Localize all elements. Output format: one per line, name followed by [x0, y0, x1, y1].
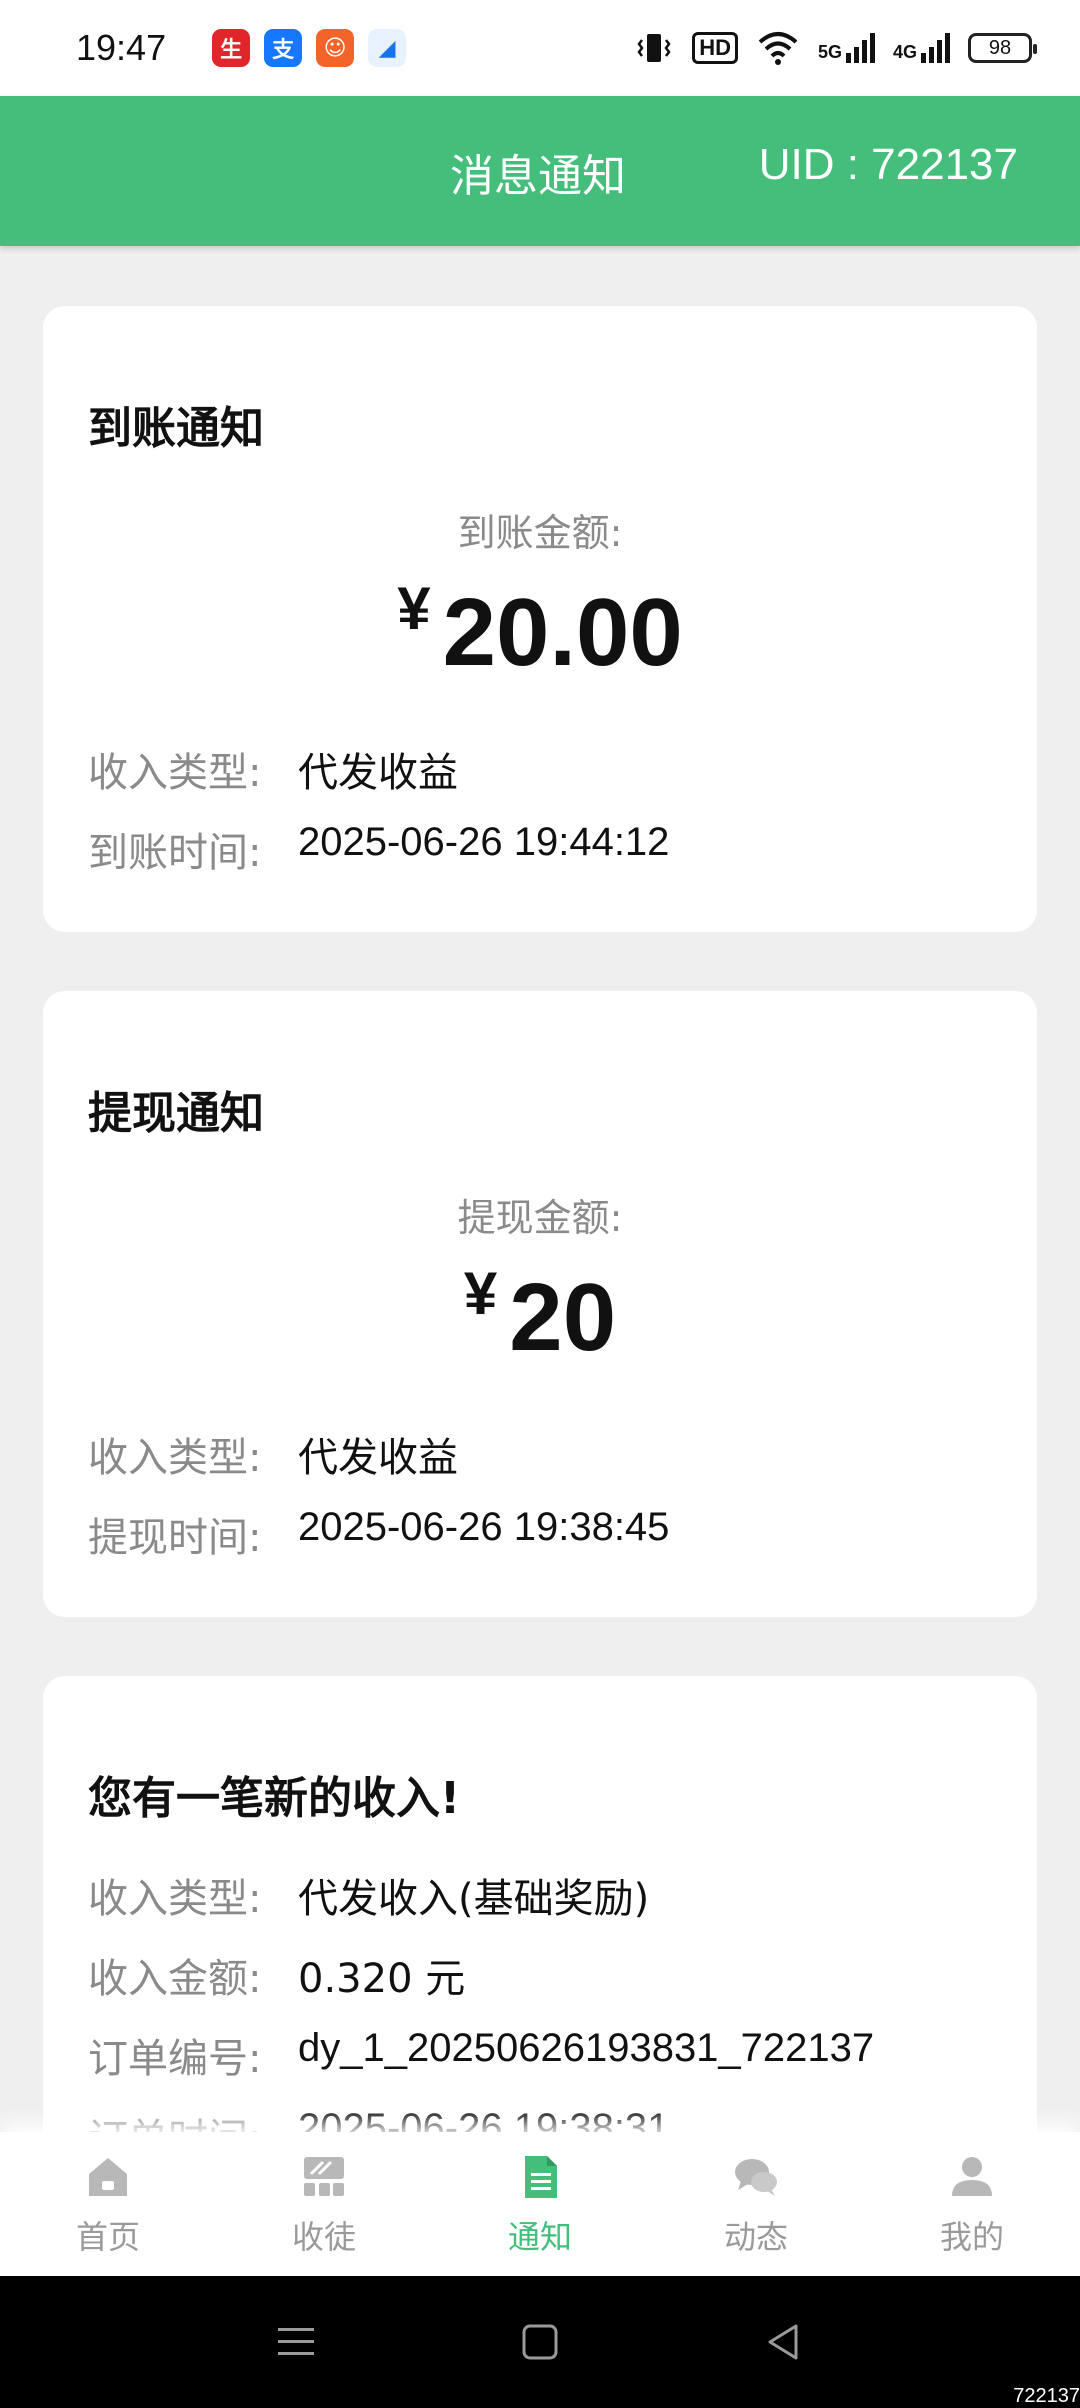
back-icon[interactable]	[762, 2320, 806, 2364]
vibrate-icon	[637, 34, 671, 62]
tab-feed[interactable]: 动态	[648, 2132, 864, 2276]
tab-home[interactable]: 首页	[0, 2132, 216, 2276]
tab-label: 收徒	[291, 2218, 356, 2256]
card-title: 到账通知	[88, 403, 264, 454]
tab-label: 我的	[939, 2218, 1004, 2256]
user-icon	[952, 2157, 992, 2196]
row-label: 提现时间:	[88, 1515, 262, 1561]
status-indicators: HD 5G 4G 98	[634, 28, 1037, 68]
system-navigation-bar: 722137	[0, 2276, 1080, 2408]
app-notification-icon: ☺	[316, 29, 355, 67]
row-label: 收入金额:	[88, 1956, 262, 2002]
row-label: 收入类型:	[88, 1435, 262, 1481]
row-label: 订单时间:	[88, 2106, 298, 2132]
corner-watermark: 722137	[1013, 2385, 1080, 2407]
amount-label: 到账金额:	[457, 511, 623, 555]
card-title: 提现通知	[88, 1088, 264, 1139]
user-uid: UID : 722137	[758, 140, 1018, 189]
info-row: 收入类型: 代发收益	[88, 1425, 458, 1483]
row-value: 代发收入(基础奖励)	[298, 1876, 650, 1922]
recruit-icon	[304, 2157, 344, 2196]
row-value: 代发收益	[298, 750, 458, 796]
row-label: 订单编号:	[88, 2036, 262, 2082]
hd-icon: HD	[692, 32, 738, 64]
info-row: 收入类型: 代发收入(基础奖励)	[88, 1866, 649, 1924]
currency-symbol: ¥	[463, 1260, 498, 1327]
row-value: 2025-06-26 19:38:45	[298, 1505, 670, 1549]
row-value: 2025-06-26 19:38:31	[298, 2106, 670, 2132]
battery-icon: 98	[968, 33, 1037, 63]
wifi-icon	[758, 32, 798, 65]
tab-profile[interactable]: 我的	[864, 2132, 1080, 2276]
info-row: 到账时间: 2025-06-26 19:44:12	[88, 820, 669, 878]
tab-notification[interactable]: 通知	[432, 2132, 648, 2276]
status-time: 19:47	[76, 27, 167, 68]
home-square-icon[interactable]	[518, 2320, 562, 2364]
status-bar: 19:47 生 支 ☺ ◢ HD 5G 4G 98	[0, 0, 1080, 96]
app-notification-icon: 生	[212, 29, 251, 67]
amount-value: ¥20.00	[43, 574, 1037, 688]
info-row: 订单编号: dy_1_20250626193831_722137	[88, 2026, 874, 2084]
tab-recruit[interactable]: 收徒	[216, 2132, 432, 2276]
row-label: 到账时间:	[88, 830, 262, 876]
arrival-notice-card: 到账通知 到账金额: ¥20.00 收入类型: 代发收益 到账时间: 2025-…	[43, 306, 1037, 932]
app-header: 消息通知 UID : 722137	[0, 96, 1080, 246]
alipay-icon: 支	[264, 29, 303, 67]
tab-label: 首页	[75, 2218, 140, 2256]
amount-number: 20.00	[442, 579, 683, 686]
signal-5g-icon: 5G	[818, 33, 875, 63]
row-label: 收入类型:	[88, 750, 262, 796]
row-value: dy_1_20250626193831_722137	[298, 2026, 875, 2070]
bottom-tab-bar: 首页 收徒 通知 动态 我的	[0, 2132, 1080, 2276]
amount-label: 提现金额:	[457, 1196, 623, 1240]
document-icon	[525, 2156, 557, 2198]
row-value: 代发收益	[298, 1435, 458, 1481]
row-value: 0.320 元	[298, 1956, 466, 2002]
amount-value: ¥20	[43, 1259, 1037, 1373]
amount-number: 20	[509, 1264, 617, 1371]
tab-label: 通知	[507, 2218, 572, 2256]
card-title: 您有一笔新的收入!	[88, 1773, 461, 1824]
home-icon	[89, 2158, 127, 2196]
info-row: 收入金额: 0.320 元	[88, 1946, 465, 2004]
notification-app-icons: 生 支 ☺ ◢	[212, 29, 407, 67]
notification-list[interactable]: 到账通知 到账金额: ¥20.00 收入类型: 代发收益 到账时间: 2025-…	[0, 246, 1080, 2132]
new-income-card: 您有一笔新的收入! 收入类型: 代发收入(基础奖励) 收入金额: 0.320 元…	[43, 1676, 1037, 2132]
page-title: 消息通知	[450, 151, 626, 202]
currency-symbol: ¥	[397, 575, 431, 642]
row-label: 收入类型:	[88, 1876, 262, 1922]
app-notification-icon: ◢	[368, 29, 407, 67]
info-row: 收入类型: 代发收益	[88, 740, 458, 798]
row-value: 2025-06-26 19:44:12	[298, 820, 670, 864]
chat-bubbles-icon	[735, 2159, 777, 2196]
withdraw-notice-card: 提现通知 提现金额: ¥20 收入类型: 代发收益 提现时间: 2025-06-…	[43, 991, 1037, 1617]
tab-label: 动态	[723, 2218, 788, 2256]
menu-icon[interactable]	[274, 2320, 318, 2364]
info-row: 提现时间: 2025-06-26 19:38:45	[88, 1505, 669, 1563]
info-row: 订单时间: 2025-06-26 19:38:31	[88, 2106, 669, 2132]
signal-4g-icon: 4G	[893, 33, 950, 63]
